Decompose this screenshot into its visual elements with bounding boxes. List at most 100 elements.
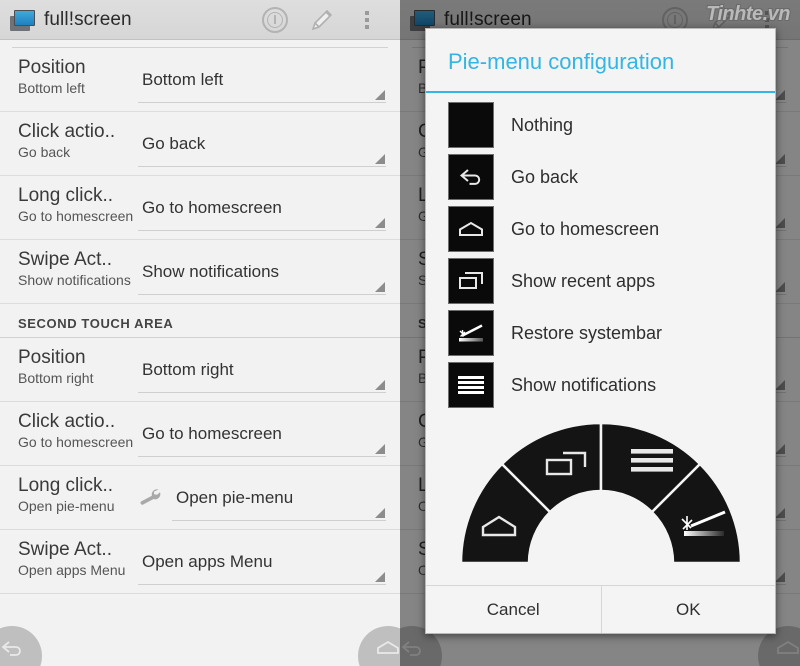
option-go-back[interactable]: Go back	[426, 151, 775, 203]
dialog-option-list: Nothing Go back Go to homescreen Show re…	[426, 93, 775, 585]
chevron-down-icon	[775, 218, 785, 228]
option-show-notifications[interactable]: Show notifications	[426, 359, 775, 411]
option-label: Go to homescreen	[511, 218, 660, 239]
option-label: Show notifications	[511, 374, 657, 395]
setting-title: Swipe Act..	[18, 249, 112, 270]
home-icon	[777, 640, 799, 654]
ok-button[interactable]: OK	[600, 586, 775, 633]
dialog-title: Pie-menu configuration	[448, 49, 675, 74]
setting-row-long-click-1[interactable]: Long click.. Go to homescreen Go to home…	[0, 176, 400, 240]
spinner-value: Open pie-menu	[176, 487, 294, 507]
back-arrow-icon	[401, 641, 421, 656]
setting-subtitle: Show notifications	[18, 272, 131, 288]
option-label: Show recent apps	[511, 270, 656, 291]
setting-subtitle: Open pie-menu	[18, 498, 115, 514]
chevron-down-icon	[375, 572, 385, 582]
spinner-click-action-2[interactable]: Go to homescreen	[138, 411, 386, 457]
setting-subtitle: Go to homescreen	[18, 208, 134, 224]
section-header-second-touch-area: SECOND TOUCH AREA	[0, 304, 400, 338]
overflow-menu-icon	[365, 10, 369, 29]
wrench-icon	[138, 487, 164, 509]
option-label: Restore systembar	[511, 322, 663, 343]
setting-title: Long click..	[18, 475, 114, 496]
setting-row-swipe-action-2[interactable]: Swipe Act.. Open apps Menu Open apps Men…	[0, 530, 400, 594]
setting-title: Click actio..	[18, 121, 116, 142]
setting-title: Position	[18, 57, 86, 78]
overflow-button[interactable]	[344, 0, 390, 40]
setting-row-click-action-2[interactable]: Click actio.. Go to homescreen Go to hom…	[0, 402, 400, 466]
home-icon	[377, 640, 399, 654]
chevron-down-icon	[375, 218, 385, 228]
setting-subtitle: Open apps Menu	[18, 562, 126, 578]
home-icon	[448, 206, 494, 252]
restore-systembar-icon	[448, 310, 494, 356]
blank-icon	[448, 102, 494, 148]
chevron-down-icon	[775, 380, 785, 390]
spinner-swipe-action-2[interactable]: Open apps Menu	[138, 539, 386, 585]
option-go-to-homescreen[interactable]: Go to homescreen	[426, 203, 775, 255]
chevron-down-icon	[775, 282, 785, 292]
setting-subtitle: Bottom right	[18, 370, 94, 386]
option-label: Go back	[511, 166, 579, 187]
back-arrow-icon	[1, 641, 21, 656]
recent-apps-icon	[448, 258, 494, 304]
spinner-value: Go back	[142, 133, 206, 153]
page-title: full!screen	[44, 8, 132, 30]
setting-title: Long click..	[18, 185, 114, 206]
setting-subtitle: Go back	[18, 144, 71, 160]
chevron-down-icon	[375, 380, 385, 390]
action-bar: full!screen	[0, 0, 400, 40]
chevron-down-icon	[775, 90, 785, 100]
pie-menu-preview[interactable]	[426, 411, 775, 565]
edit-button[interactable]	[298, 0, 344, 40]
option-nothing[interactable]: Nothing	[426, 99, 775, 151]
spinner-position-2[interactable]: Bottom right	[138, 347, 386, 393]
back-arrow-icon	[448, 154, 494, 200]
setting-row-long-click-2[interactable]: Long click.. Open pie-menu Open pie-menu	[0, 466, 400, 530]
pie-notifications-icon	[630, 449, 673, 472]
touch-area-home-overlay[interactable]	[358, 626, 400, 666]
spinner-swipe-action-1[interactable]: Show notifications	[138, 249, 386, 295]
spinner-click-action-1[interactable]: Go back	[138, 121, 386, 167]
spinner-value: Open apps Menu	[142, 551, 273, 571]
setting-row-click-action-1[interactable]: Click actio.. Go back Go back	[0, 112, 400, 176]
chevron-down-icon	[775, 508, 785, 518]
option-label: Nothing	[511, 114, 574, 135]
pie-menu-configuration-dialog: Pie-menu configuration Nothing Go back G…	[425, 28, 776, 634]
chevron-down-icon	[375, 90, 385, 100]
setting-title: Swipe Act..	[18, 539, 112, 560]
left-phone-panel: full!screen Position Bottom left Bottom …	[0, 0, 400, 666]
chevron-down-icon	[375, 444, 385, 454]
info-button[interactable]	[252, 0, 298, 40]
right-phone-panel: full!screen Tinhte.vn Pie-menu configura…	[400, 0, 800, 666]
watermark: Tinhte.vn	[705, 3, 791, 25]
dialog-header: Pie-menu configuration	[426, 29, 775, 91]
setting-row-swipe-action-1[interactable]: Swipe Act.. Show notifications Show noti…	[0, 240, 400, 304]
settings-list: Position Bottom left Bottom left Click a…	[0, 47, 400, 594]
setting-title: Click actio..	[18, 411, 116, 432]
spinner-value: Show notifications	[142, 261, 280, 281]
info-icon	[262, 6, 288, 33]
spinner-long-click-2[interactable]: Open pie-menu	[172, 475, 386, 521]
pencil-icon	[311, 9, 333, 30]
spinner-value: Bottom right	[142, 359, 234, 379]
chevron-down-icon	[375, 282, 385, 292]
chevron-down-icon	[775, 572, 785, 582]
touch-area-back-overlay[interactable]	[0, 626, 42, 666]
chevron-down-icon	[375, 154, 385, 164]
chevron-down-icon	[375, 508, 385, 518]
setting-row-position-1[interactable]: Position Bottom left Bottom left	[0, 48, 400, 112]
spinner-value: Go to homescreen	[142, 423, 282, 443]
notifications-icon	[448, 362, 494, 408]
dialog-button-bar: Cancel OK	[426, 585, 775, 633]
setting-subtitle: Go to homescreen	[18, 434, 134, 450]
monitor-icon	[10, 9, 36, 31]
option-show-recent-apps[interactable]: Show recent apps	[426, 255, 775, 307]
setting-row-position-2[interactable]: Position Bottom right Bottom right	[0, 338, 400, 402]
spinner-long-click-1[interactable]: Go to homescreen	[138, 185, 386, 231]
option-restore-systembar[interactable]: Restore systembar	[426, 307, 775, 359]
cancel-button[interactable]: Cancel	[426, 586, 601, 633]
screenshot-root: full!screen Position Bottom left Bottom …	[0, 0, 800, 666]
spinner-position-1[interactable]: Bottom left	[138, 57, 386, 103]
spinner-value: Bottom left	[142, 69, 224, 89]
